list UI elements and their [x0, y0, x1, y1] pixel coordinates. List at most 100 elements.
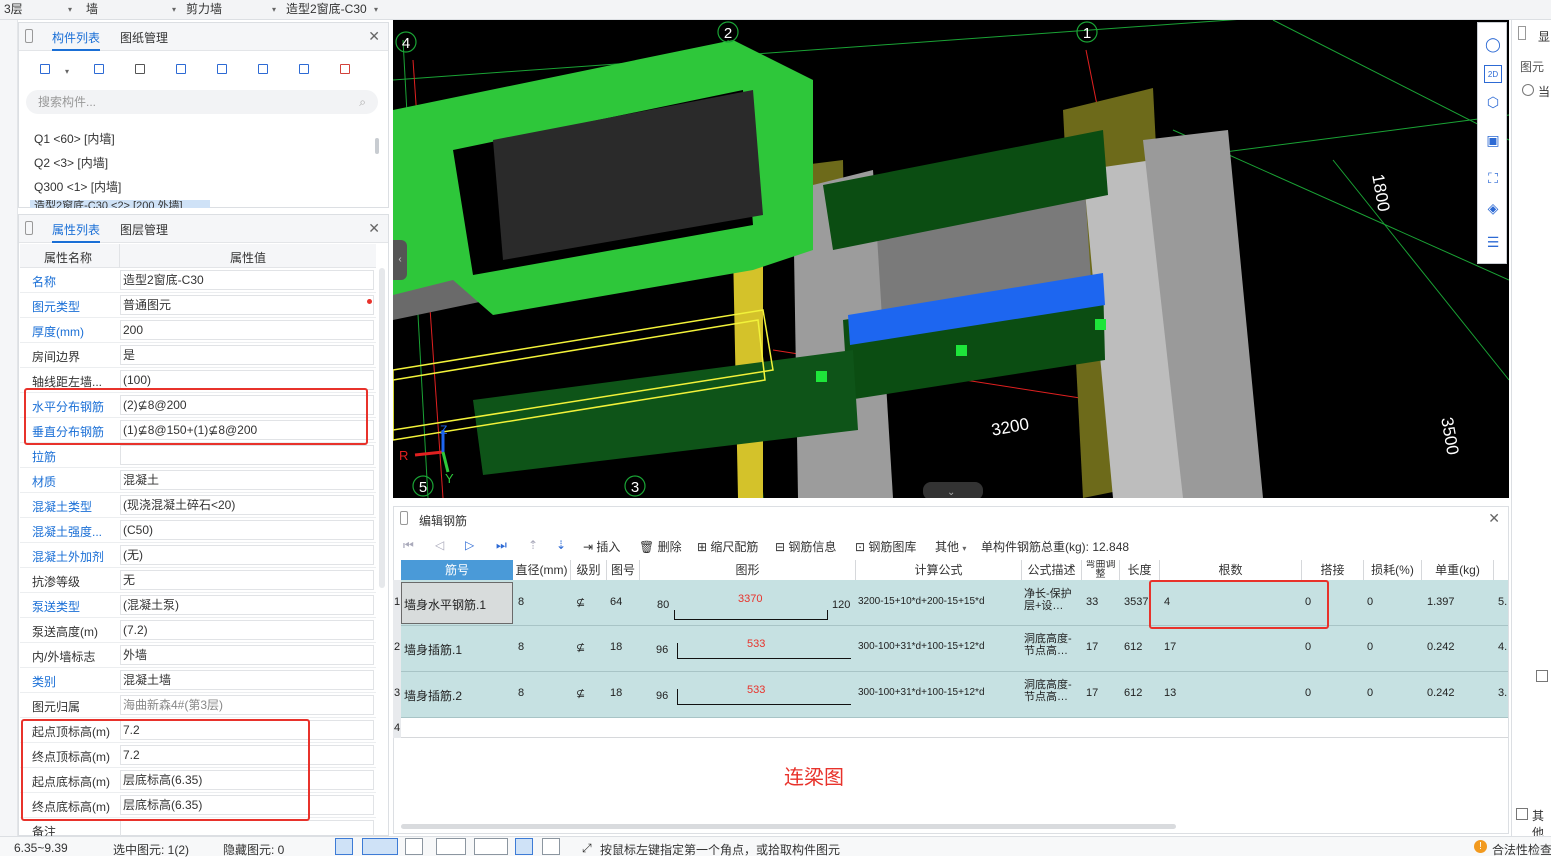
property-row[interactable]: 拉筋 — [20, 443, 376, 468]
ortho-icon[interactable] — [335, 838, 353, 855]
pin-icon[interactable] — [400, 511, 408, 525]
search-icon[interactable]: ⌕ — [359, 90, 366, 114]
validity-check[interactable]: 合法性检查 — [1492, 841, 1551, 858]
type-select[interactable]: 墙 ▾ — [82, 0, 178, 19]
first-icon[interactable]: ⏮ — [403, 538, 414, 553]
search-input[interactable]: 搜索构件... ⌕ — [26, 90, 378, 114]
col-header[interactable]: 直径(mm) — [513, 560, 571, 580]
property-value[interactable]: (100) — [120, 370, 374, 390]
other-menu[interactable]: 其他 ▾ — [935, 538, 966, 555]
property-scrollbar[interactable] — [379, 268, 385, 588]
col-header[interactable]: 公式描述 — [1022, 560, 1082, 580]
col-header[interactable]: 弯曲调整 — [1082, 560, 1120, 580]
col-header[interactable]: 单重(kg) — [1422, 560, 1494, 580]
property-row[interactable]: 泵送类型 (混凝土泵) — [20, 593, 376, 618]
pin-icon[interactable] — [25, 221, 33, 235]
horizontal-scrollbar[interactable] — [401, 824, 1176, 829]
component-select[interactable]: 造型2窗底-C30 ▾ — [282, 0, 380, 19]
move-up-icon[interactable]: ⇡ — [528, 538, 538, 552]
scrollbar-thumb[interactable] — [375, 138, 379, 154]
property-row[interactable]: 泵送高度(m) (7.2) — [20, 618, 376, 643]
last-icon[interactable]: ⏭ — [496, 538, 507, 553]
property-value[interactable]: (现浇混凝土碎石<20) — [120, 495, 374, 515]
next-icon[interactable]: ▷ — [465, 538, 474, 552]
layer-copy-icon[interactable] — [212, 59, 234, 81]
col-header[interactable]: 根数 — [1160, 560, 1302, 580]
property-value[interactable]: 是 — [120, 345, 374, 365]
rebar-library-button[interactable]: ⊡ 钢筋图库 — [855, 538, 916, 555]
chevron-down-icon[interactable]: ▾ — [65, 67, 69, 76]
tab-drawing-management[interactable]: 图纸管理 — [120, 29, 168, 46]
floor-select[interactable]: 3层 ▾ — [0, 0, 74, 19]
duplicate-icon[interactable] — [171, 59, 193, 81]
property-value[interactable]: (无) — [120, 545, 374, 565]
list-view-icon[interactable]: ☰ — [1484, 233, 1502, 251]
snap-icon[interactable] — [362, 838, 398, 855]
list-item-selected[interactable]: 造型2窗底-C30 <2> [200 外墙] — [30, 200, 210, 208]
property-row[interactable]: 类别 混凝土墙 — [20, 668, 376, 693]
move-down-icon[interactable]: ⇣ — [556, 538, 566, 552]
new-component-icon[interactable] — [35, 59, 57, 81]
col-header[interactable]: 图形 — [640, 560, 856, 580]
orbit-icon[interactable]: ◯ — [1484, 35, 1502, 53]
offset-icon[interactable] — [474, 838, 508, 855]
table-row-empty[interactable] — [401, 718, 1508, 738]
property-row[interactable]: 混凝土外加剂 (无) — [20, 543, 376, 568]
box-select-icon[interactable]: ◈ — [1484, 199, 1502, 217]
delete-button[interactable]: 🗑 删除 — [639, 538, 682, 555]
insert-button[interactable]: ⇥ 插入 — [583, 538, 620, 555]
property-row[interactable]: 混凝土强度... (C50) — [20, 518, 376, 543]
subtype-select[interactable]: 剪力墙 ▾ — [182, 0, 278, 19]
fullscreen-icon[interactable]: ⛶ — [1484, 169, 1502, 187]
col-header[interactable]: 图号 — [607, 560, 640, 580]
property-value[interactable]: 外墙 — [120, 645, 374, 665]
property-value[interactable]: 造型2窗底-C30 — [120, 270, 374, 290]
property-value[interactable]: 海曲新森4#(第3层) — [120, 695, 374, 715]
display-icon[interactable] — [515, 838, 533, 855]
prev-icon[interactable]: ◁ — [435, 538, 444, 552]
tab-property-list[interactable]: 属性列表 — [52, 221, 101, 243]
close-icon[interactable]: ✕ — [368, 220, 380, 237]
delete-icon[interactable] — [130, 59, 152, 81]
pin-icon[interactable] — [1518, 26, 1526, 40]
report-icon[interactable] — [335, 59, 357, 81]
property-value[interactable]: 200 — [120, 320, 374, 340]
2d-view-icon[interactable]: 2D — [1484, 65, 1502, 83]
property-row[interactable]: 混凝土类型 (现浇混凝土碎石<20) — [20, 493, 376, 518]
tab-component-list[interactable]: 构件列表 — [52, 29, 101, 51]
left-collapse-handle[interactable]: ‹ — [393, 240, 407, 280]
checkbox[interactable] — [1536, 670, 1548, 682]
copy-icon[interactable] — [89, 59, 111, 81]
property-value[interactable]: (混凝土泵) — [120, 595, 374, 615]
property-row[interactable]: 内/外墙标志 外墙 — [20, 643, 376, 668]
property-row[interactable]: 材质 混凝土 — [20, 468, 376, 493]
col-header[interactable]: 计算公式 — [856, 560, 1022, 580]
col-header[interactable]: 级别 — [571, 560, 607, 580]
list-item[interactable]: Q1 <60> [内墙] — [34, 130, 115, 147]
curve-icon[interactable] — [542, 838, 560, 855]
property-row[interactable]: 名称 造型2窗底-C30 — [20, 268, 376, 293]
property-value[interactable]: 普通图元 — [120, 295, 374, 315]
scale-rebar-button[interactable]: ⊞ 缩尺配筋 — [697, 538, 758, 555]
pin-icon[interactable] — [25, 29, 33, 43]
property-row[interactable]: 厚度(mm) 200 — [20, 318, 376, 343]
3d-viewport[interactable]: 4 2 1 5 3 1800 3200 3500 R Y Z ⌄ — [393, 20, 1509, 498]
col-header[interactable]: 损耗(%) — [1364, 560, 1422, 580]
col-header[interactable]: 长度 — [1120, 560, 1160, 580]
property-value[interactable]: (7.2) — [120, 620, 374, 640]
col-header[interactable]: 搭接 — [1302, 560, 1364, 580]
property-row[interactable]: 抗渗等级 无 — [20, 568, 376, 593]
property-value[interactable] — [120, 445, 374, 465]
radio-button[interactable] — [1522, 84, 1534, 96]
rebar-info-button[interactable]: ⊟ 钢筋信息 — [775, 538, 836, 555]
col-header-bar-no[interactable]: 筋号 — [401, 560, 513, 580]
close-icon[interactable]: ✕ — [368, 28, 380, 45]
property-row[interactable]: 图元归属 海曲新森4#(第3层) — [20, 693, 376, 718]
close-icon[interactable]: ✕ — [1488, 510, 1500, 527]
extract-icon[interactable] — [253, 59, 275, 81]
list-item[interactable]: Q2 <3> [内墙] — [34, 154, 108, 171]
property-value[interactable]: 混凝土 — [120, 470, 374, 490]
list-item[interactable]: Q300 <1> [内墙] — [34, 178, 121, 195]
property-value[interactable]: 无 — [120, 570, 374, 590]
property-value[interactable]: 混凝土墙 — [120, 670, 374, 690]
